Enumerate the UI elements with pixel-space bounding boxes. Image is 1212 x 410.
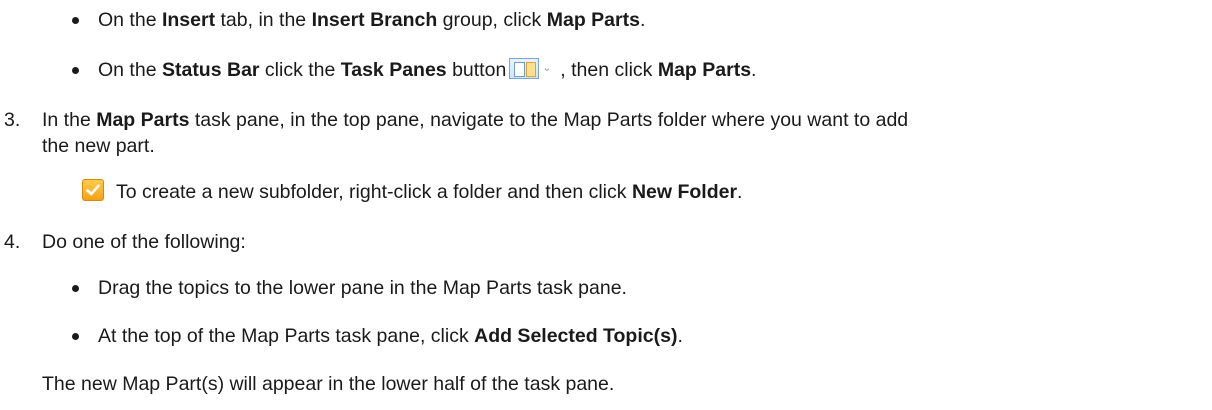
task-panes-button-icon: ⌄ [509,58,557,80]
text-segment: . [639,9,646,31]
bullet-marker [72,333,79,340]
instruction-insert-tab: On the Insert tab, in the Insert Branch … [98,8,645,32]
step4-text: Do one of the following: [42,231,246,253]
text-segment: task pane, in the top pane, navigate to … [189,109,909,131]
result-text: The new Map Part(s) will appear in the l… [42,373,615,395]
step-number: 3. [4,109,21,131]
text-segment: At the top of the Map Parts task pane, c… [98,325,475,347]
bold-term: Task Panes [340,59,447,81]
bold-term: Insert [161,9,216,31]
bullet-marker [72,67,79,74]
bold-term: Map Parts [657,59,752,81]
text-segment: In the [42,109,97,131]
checkmark-tip-icon [82,179,104,201]
instruction-status-bar: On the Status Bar click the Task Panes b… [98,58,756,82]
text-segment: button [446,59,507,81]
text-segment: , then click [560,59,658,81]
bold-term: Insert Branch [311,9,438,31]
bold-term: Map Parts [546,9,640,31]
text-segment: . [751,59,757,81]
text-segment: tab, in the [215,9,312,31]
step3-text-continued: the new part. [42,135,155,157]
text-segment: click the [259,59,341,81]
instruction-drag-topics: Drag the topics to the lower pane in the… [98,277,627,299]
text-segment: . [677,325,683,347]
bold-term: Map Parts [96,109,190,131]
document-page: On the Insert tab, in the Insert Branch … [0,0,1212,410]
bold-term: Status Bar [161,59,260,81]
step-number: 4. [4,231,21,253]
text-segment: On the [98,59,162,81]
bold-term: Add Selected Topic(s) [474,325,678,347]
bullet-marker [72,17,79,24]
text-segment: . [737,181,743,203]
tip-text: To create a new subfolder, right-click a… [116,180,742,204]
text-segment: On the [98,9,162,31]
bullet-marker [72,285,79,292]
bold-term: New Folder [631,181,738,203]
step3-text: In the Map Parts task pane, in the top p… [42,108,908,132]
text-segment: group, click [437,9,547,31]
text-segment: To create a new subfolder, right-click a… [116,181,632,203]
instruction-add-selected: At the top of the Map Parts task pane, c… [98,324,683,348]
